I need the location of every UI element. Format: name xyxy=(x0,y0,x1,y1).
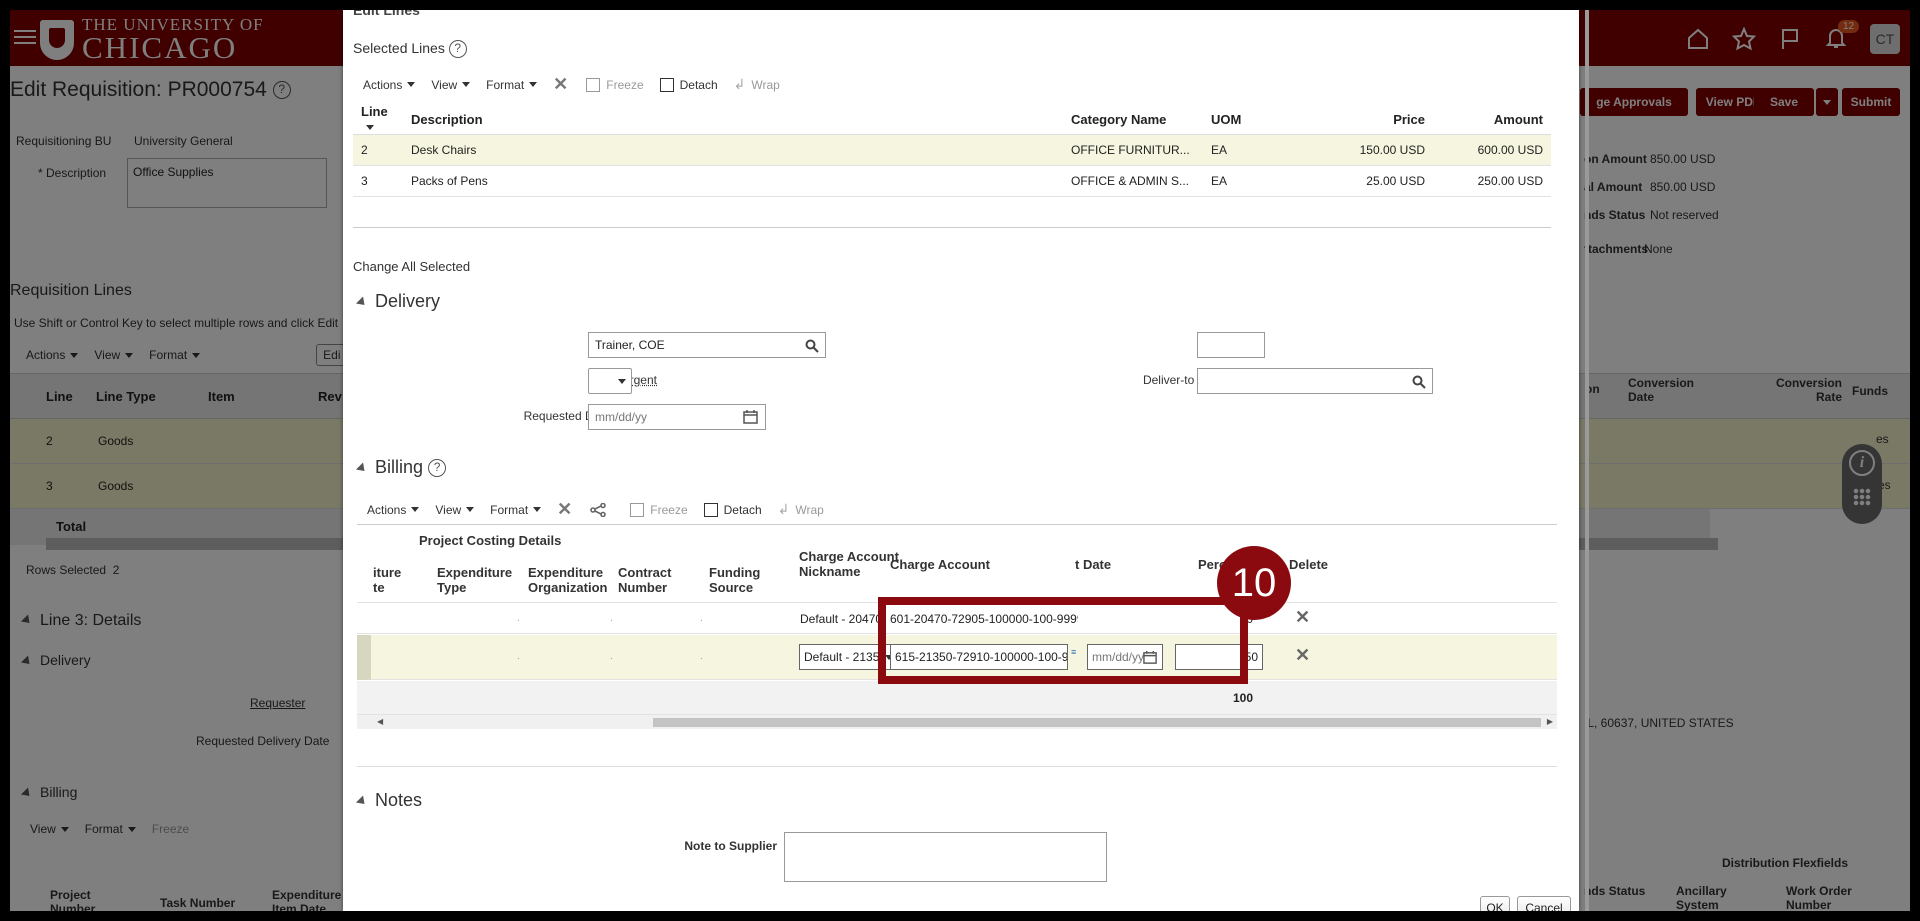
urgent-label: Urgent xyxy=(620,373,657,387)
selected-lines-heading: Selected Lines ? xyxy=(353,40,467,59)
cell-description: Desk Chairs xyxy=(403,134,1063,166)
cell-category: OFFICE & ADMIN S... xyxy=(1063,165,1203,197)
wrap-button[interactable]: ↲ Wrap xyxy=(734,76,780,93)
col-line[interactable]: Line xyxy=(353,104,403,135)
divider xyxy=(357,766,1557,767)
search-icon[interactable] xyxy=(1412,375,1426,389)
divider xyxy=(353,227,1551,228)
app-frame: THE UNIVERSITY OF CHICAGO 12 CT Edit Req… xyxy=(10,10,1910,911)
col-amount[interactable]: Amount xyxy=(1433,104,1551,135)
billing-section-heading[interactable]: Billing ? xyxy=(355,457,447,478)
change-all-selected-label: Change All Selected xyxy=(353,259,471,274)
note-to-supplier-label: Note to Supplier xyxy=(684,839,777,853)
billing-horizontal-scrollbar[interactable]: ◀ ▶ xyxy=(357,715,1557,729)
delivery-section-heading[interactable]: Delivery xyxy=(355,291,440,312)
cell-line: 3 xyxy=(353,165,403,197)
billing-view-menu[interactable]: View xyxy=(435,503,475,517)
cell-price: 150.00 USD xyxy=(1283,134,1433,166)
cell-description: Packs of Pens xyxy=(403,165,1063,197)
view-menu[interactable]: View xyxy=(431,78,471,92)
dialog-title: Edit Lines xyxy=(353,10,420,18)
actions-menu[interactable]: Actions xyxy=(363,78,416,92)
col-expenditure-org[interactable]: Expenditure Organization xyxy=(528,565,618,595)
chevron-down-icon xyxy=(618,379,626,384)
format-menu[interactable]: Format xyxy=(486,78,538,92)
table-row[interactable]: 2 Desk Chairs OFFICE FURNITUR... EA 150.… xyxy=(353,134,1551,166)
selected-lines-toolbar: Actions View Format ✕ Freeze Detach ↲ Wra… xyxy=(363,74,796,95)
col-price[interactable]: Price xyxy=(1283,104,1433,135)
scroll-left-icon[interactable]: ◀ xyxy=(377,717,383,726)
dialog-edge xyxy=(1585,10,1589,911)
delete-line-icon[interactable]: ✕ xyxy=(553,74,568,95)
delete-row-icon[interactable]: ✕ xyxy=(1295,645,1310,666)
freeze-icon xyxy=(630,502,645,517)
selected-lines-table: Line Description Category Name UOM Price… xyxy=(353,104,1551,197)
charge-account-nickname: Default - 20470 xyxy=(800,612,883,626)
wrap-icon: ↲ xyxy=(777,501,790,517)
detach-button[interactable]: Detach xyxy=(659,77,718,92)
billing-format-menu[interactable]: Format xyxy=(490,503,542,517)
freeze-icon xyxy=(586,77,601,92)
step-number-badge: 10 xyxy=(1217,546,1291,620)
col-delete: Delete xyxy=(1289,557,1329,572)
wrap-icon: ↲ xyxy=(733,76,746,92)
split-icon[interactable] xyxy=(590,502,607,517)
cell-price: 25.00 USD xyxy=(1283,165,1433,197)
col-expenditure-type[interactable]: Expenditure Type xyxy=(437,565,517,595)
scroll-right-icon[interactable]: ▶ xyxy=(1547,717,1553,726)
selected-lines-help-icon[interactable]: ? xyxy=(448,40,467,59)
cell-uom: EA xyxy=(1203,134,1283,166)
col-funding-source[interactable]: Funding Source xyxy=(709,565,769,595)
col-uom[interactable]: UOM xyxy=(1203,104,1283,135)
billing-wrap-button[interactable]: ↲ Wrap xyxy=(778,501,824,518)
cancel-button[interactable]: Cancel xyxy=(1517,896,1571,911)
cell-category: OFFICE FURNITUR... xyxy=(1063,134,1203,166)
search-icon[interactable] xyxy=(805,339,819,353)
billing-toolbar: Actions View Format ✕ Freeze Detach ↲ Wra… xyxy=(367,499,840,520)
scrollbar-thumb[interactable] xyxy=(653,718,1541,727)
freeze-button[interactable]: Freeze xyxy=(586,77,644,92)
quantity-input[interactable] xyxy=(1197,332,1265,358)
billing-detach-button[interactable]: Detach xyxy=(703,502,762,517)
cell-uom: EA xyxy=(1203,165,1283,197)
ok-button[interactable]: OK xyxy=(1480,896,1510,911)
calendar-icon[interactable] xyxy=(743,409,759,425)
col-gl-date[interactable]: t Date xyxy=(1075,557,1111,572)
percentage-total: 100 xyxy=(1232,691,1253,705)
col-category[interactable]: Category Name xyxy=(1063,104,1203,135)
cell-amount: 250.00 USD xyxy=(1433,165,1551,197)
col-expenditure-date[interactable]: iture te xyxy=(373,565,413,595)
delete-distribution-icon[interactable]: ✕ xyxy=(557,499,572,520)
detach-icon xyxy=(659,77,674,92)
requester-input[interactable]: Trainer, COE xyxy=(588,332,826,358)
delete-row-icon[interactable]: ✕ xyxy=(1295,607,1310,628)
col-description[interactable]: Description xyxy=(403,104,1063,135)
notes-section-heading[interactable]: Notes xyxy=(355,790,422,811)
note-to-supplier-textarea[interactable] xyxy=(784,832,1107,882)
detach-icon xyxy=(703,502,718,517)
billing-actions-menu[interactable]: Actions xyxy=(367,503,420,517)
cell-line: 2 xyxy=(353,134,403,166)
urgent-select[interactable] xyxy=(588,368,632,394)
deliver-to-location-input[interactable] xyxy=(1197,368,1433,394)
col-contract-number[interactable]: Contract Number xyxy=(618,565,678,595)
col-charge-account-nickname[interactable]: Charge Account Nickname xyxy=(799,549,899,579)
edit-lines-dialog: Edit Lines Selected Lines ? Actions View… xyxy=(343,10,1579,911)
step-highlight-box xyxy=(878,597,1248,684)
col-charge-account[interactable]: Charge Account xyxy=(890,557,990,572)
project-costing-heading: Project Costing Details xyxy=(419,533,562,548)
billing-total-row: 100 xyxy=(357,681,1557,715)
billing-freeze-button[interactable]: Freeze xyxy=(630,502,688,517)
cell-amount: 600.00 USD xyxy=(1433,134,1551,166)
sort-icon[interactable] xyxy=(366,125,374,131)
requested-delivery-date-input[interactable]: mm/dd/yy xyxy=(588,404,766,430)
billing-help-icon[interactable]: ? xyxy=(428,459,447,478)
table-row[interactable]: 3 Packs of Pens OFFICE & ADMIN S... EA 2… xyxy=(353,165,1551,197)
